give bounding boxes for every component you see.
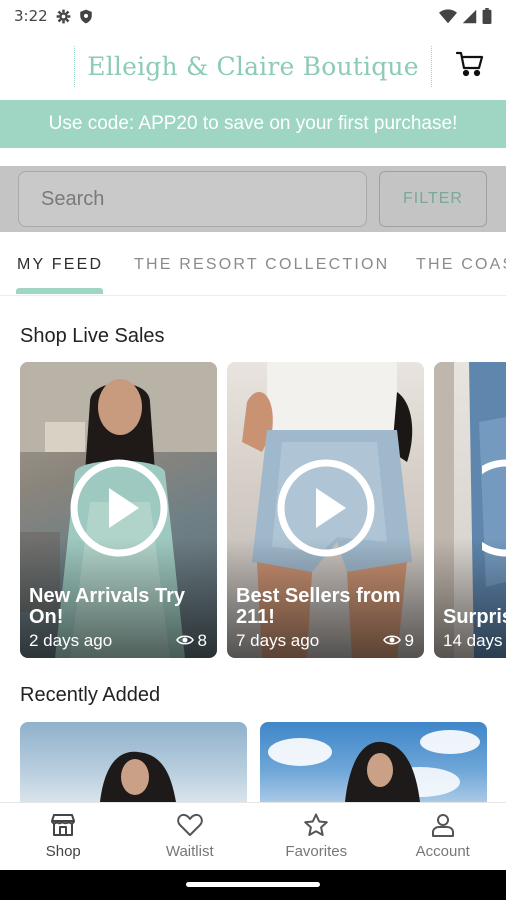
brand-logo[interactable]: Elleigh & Claire Boutique — [74, 45, 432, 87]
play-icon[interactable] — [276, 458, 376, 558]
status-right — [439, 8, 492, 24]
nav-label: Favorites — [285, 843, 348, 860]
active-tab-indicator — [16, 288, 103, 294]
view-count: 8 — [175, 631, 207, 651]
promo-text: Use code: APP20 to save on your first pu… — [48, 113, 458, 134]
tab-my-feed[interactable]: MY FEED — [17, 256, 103, 274]
store-icon — [50, 813, 76, 837]
nav-favorites[interactable]: Favorites — [253, 803, 380, 870]
live-sales-heading: Shop Live Sales — [20, 325, 165, 347]
status-bar: 3:22 — [0, 0, 506, 32]
search-input[interactable] — [18, 171, 367, 227]
battery-icon — [482, 8, 492, 24]
nav-waitlist[interactable]: Waitlist — [127, 803, 254, 870]
live-sale-card[interactable]: New Arrivals Try On! 2 days ago 8 — [20, 362, 217, 658]
person-icon — [430, 813, 456, 837]
gear-icon — [56, 9, 71, 24]
eye-icon — [175, 631, 194, 651]
live-sale-meta: 7 days ago 9 — [236, 631, 414, 651]
signal-icon — [462, 9, 477, 24]
live-sale-card[interactable]: Best Sellers from 211! 7 days ago 9 — [227, 362, 424, 658]
nav-label: Shop — [45, 843, 81, 860]
brand-name: Elleigh & Claire Boutique — [87, 51, 419, 81]
view-count: 9 — [382, 631, 414, 651]
tab-resort-collection[interactable]: THE RESORT COLLECTION — [134, 256, 389, 274]
search-bar: FILTER — [0, 166, 506, 232]
tab-coastal[interactable]: THE COAS — [416, 256, 506, 274]
play-icon[interactable] — [69, 458, 169, 558]
live-sale-meta: 14 days — [443, 631, 506, 651]
view-count-value: 9 — [404, 631, 414, 650]
live-sale-age: 14 days — [443, 631, 503, 650]
product-image — [20, 722, 247, 802]
status-left: 3:22 — [14, 7, 93, 25]
live-sale-title: Surpris Fill-a-Ba — [443, 606, 506, 628]
cart-icon — [455, 51, 484, 81]
promo-banner[interactable]: Use code: APP20 to save on your first pu… — [0, 100, 506, 148]
wifi-icon — [439, 8, 457, 24]
nav-label: Waitlist — [165, 843, 214, 860]
play-icon[interactable] — [457, 458, 506, 562]
shield-icon — [79, 9, 93, 24]
live-sale-card[interactable]: Surpris Fill-a-Ba 14 days — [434, 362, 506, 658]
nav-shop[interactable]: Shop — [0, 803, 127, 870]
product-card[interactable] — [20, 722, 247, 802]
status-time: 3:22 — [14, 7, 48, 25]
live-sale-title: Best Sellers from 211! — [236, 585, 401, 628]
category-tabs: MY FEED THE RESORT COLLECTION THE COAS — [0, 234, 506, 296]
view-count-value: 8 — [197, 631, 207, 650]
star-icon — [303, 813, 329, 837]
bottom-nav: Shop Waitlist Favorites Account — [0, 802, 506, 870]
eye-icon — [382, 631, 401, 651]
app-header: Elleigh & Claire Boutique — [0, 32, 506, 100]
recently-added-heading: Recently Added — [20, 684, 161, 706]
heart-icon — [176, 813, 203, 837]
nav-account[interactable]: Account — [380, 803, 506, 870]
product-card[interactable] — [260, 722, 487, 802]
live-sale-age: 7 days ago — [236, 631, 320, 650]
nav-label: Account — [415, 843, 470, 860]
home-gesture-bar[interactable] — [186, 882, 320, 887]
live-sale-age: 2 days ago — [29, 631, 113, 650]
product-image — [260, 722, 487, 802]
live-sale-title: New Arrivals Try On! — [29, 585, 186, 628]
live-sale-meta: 2 days ago 8 — [29, 631, 207, 651]
filter-button[interactable]: FILTER — [379, 171, 487, 227]
cart-button[interactable] — [454, 50, 486, 82]
